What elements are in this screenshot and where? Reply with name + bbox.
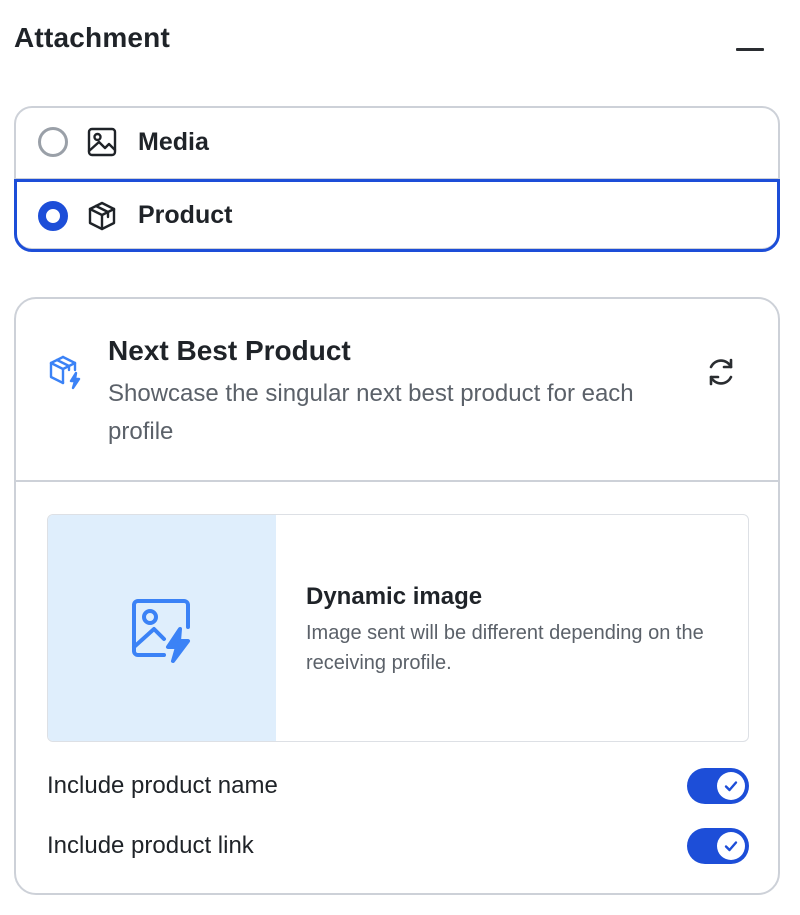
attachment-panel: Attachment Media Product Next Best Produ…	[0, 0, 800, 915]
next-best-product-card: Next Best Product Showcase the singular …	[14, 297, 780, 895]
radio-label-product: Product	[138, 201, 233, 229]
radio-button-media[interactable]	[38, 127, 68, 157]
card-header: Next Best Product Showcase the singular …	[16, 299, 778, 482]
toggle-knob	[717, 832, 745, 860]
dynamic-image-description: Image sent will be different depending o…	[306, 622, 704, 674]
radio-button-product[interactable]	[38, 200, 68, 231]
radio-option-media[interactable]: Media	[14, 106, 780, 179]
dynamic-image-title: Dynamic image	[306, 583, 483, 610]
image-icon	[87, 127, 117, 157]
attachment-type-radio-group: Media Product	[14, 106, 780, 252]
card-divider	[16, 480, 778, 482]
card-description: Showcase the singular next best product …	[108, 380, 634, 445]
toggle-knob	[717, 772, 745, 800]
check-icon	[724, 841, 738, 852]
include-product-name-label: Include product name	[47, 772, 278, 799]
include-product-name-toggle[interactable]	[687, 768, 749, 804]
sparkle-box-icon	[49, 355, 81, 390]
dynamic-image-icon	[132, 599, 190, 663]
radio-label-media: Media	[138, 127, 209, 156]
box-icon	[88, 201, 116, 230]
include-product-link-toggle[interactable]	[687, 828, 749, 864]
include-product-link-label: Include product link	[47, 832, 254, 859]
radio-option-product[interactable]: Product	[14, 179, 780, 252]
dynamic-image-thumbnail	[48, 515, 276, 741]
check-icon	[724, 781, 738, 792]
include-product-name-row: Include product name	[47, 766, 749, 806]
dynamic-image-preview: Dynamic image Image sent will be differe…	[47, 514, 749, 742]
collapse-button[interactable]	[736, 44, 764, 54]
section-title: Attachment	[14, 22, 171, 53]
refresh-icon[interactable]	[704, 355, 738, 389]
include-product-link-row: Include product link	[47, 826, 749, 866]
card-title: Next Best Product	[108, 335, 351, 366]
minus-icon	[736, 48, 764, 51]
